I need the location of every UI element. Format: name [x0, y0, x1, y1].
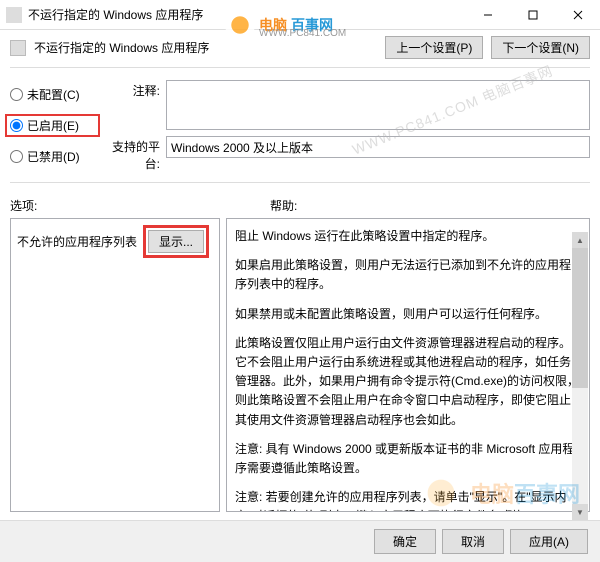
help-label: 帮助: [270, 197, 590, 214]
radio-not-configured-input[interactable] [10, 88, 23, 101]
scroll-thumb[interactable] [572, 248, 588, 388]
list-row: 不允许的应用程序列表 显示... [17, 225, 213, 258]
divider-2 [10, 182, 590, 183]
platform-row: 支持的平台: Windows 2000 及以上版本 [105, 136, 590, 172]
radio-enabled-label: 已启用(E) [27, 117, 79, 134]
radio-disabled-input[interactable] [10, 150, 23, 163]
scroll-up-button[interactable]: ▲ [572, 232, 588, 248]
fields-column: 注释: 支持的平台: Windows 2000 及以上版本 [105, 80, 590, 172]
ok-button[interactable]: 确定 [374, 529, 436, 554]
config-area: 未配置(C) 已启用(E) 已禁用(D) 注释: 支持的平台: Windows … [0, 76, 600, 180]
help-panel[interactable]: 阻止 Windows 运行在此策略设置中指定的程序。 如果启用此策略设置，则用户… [226, 218, 590, 512]
radio-not-configured-label: 未配置(C) [27, 86, 80, 103]
prev-setting-button[interactable]: 上一个设置(P) [385, 36, 483, 59]
titlebar-buttons [465, 0, 600, 30]
help-scrollbar[interactable]: ▲ ▼ [572, 232, 588, 520]
radio-disabled-label: 已禁用(D) [27, 148, 80, 165]
list-label: 不允许的应用程序列表 [17, 233, 137, 250]
titlebar: 不运行指定的 Windows 应用程序 [0, 0, 600, 30]
help-p1: 阻止 Windows 运行在此策略设置中指定的程序。 [235, 227, 581, 246]
highlight-show: 显示... [143, 225, 209, 258]
header-row: 不运行指定的 Windows 应用程序 上一个设置(P) 下一个设置(N) [0, 30, 600, 65]
platform-label: 支持的平台: [105, 136, 160, 172]
main-area: 不允许的应用程序列表 显示... 阻止 Windows 运行在此策略设置中指定的… [0, 218, 600, 518]
radio-not-configured[interactable]: 未配置(C) [10, 86, 95, 103]
highlight-enabled: 已启用(E) [5, 114, 100, 137]
footer: 确定 取消 应用(A) [0, 520, 600, 562]
radio-disabled[interactable]: 已禁用(D) [10, 148, 95, 165]
cancel-button[interactable]: 取消 [442, 529, 504, 554]
comment-label: 注释: [105, 80, 160, 99]
show-button[interactable]: 显示... [148, 230, 204, 253]
options-panel: 不允许的应用程序列表 显示... [10, 218, 220, 512]
maximize-button[interactable] [510, 0, 555, 30]
window-icon [6, 7, 22, 23]
policy-icon [10, 40, 26, 56]
help-p3: 如果禁用或未配置此策略设置，则用户可以运行任何程序。 [235, 305, 581, 324]
platform-readonly: Windows 2000 及以上版本 [166, 136, 590, 158]
section-labels: 选项: 帮助: [0, 191, 600, 218]
help-p4: 此策略设置仅阻止用户运行由文件资源管理器进程启动的程序。它不会阻止用户运行由系统… [235, 334, 581, 430]
window-title: 不运行指定的 Windows 应用程序 [28, 6, 465, 23]
help-p5: 注意: 具有 Windows 2000 或更新版本证书的非 Microsoft … [235, 440, 581, 478]
header-title: 不运行指定的 Windows 应用程序 [34, 39, 377, 56]
help-p2: 如果启用此策略设置，则用户无法运行已添加到不允许的应用程序列表中的程序。 [235, 256, 581, 294]
help-p6: 注意: 若要创建允许的应用程序列表，请单击"显示"。在"显示内容"对话框的"值"… [235, 488, 581, 512]
radio-enabled-input[interactable] [10, 119, 23, 132]
next-setting-button[interactable]: 下一个设置(N) [491, 36, 590, 59]
apply-button[interactable]: 应用(A) [510, 529, 588, 554]
scroll-down-button[interactable]: ▼ [572, 504, 588, 520]
options-label: 选项: [10, 197, 270, 214]
minimize-button[interactable] [465, 0, 510, 30]
comment-row: 注释: [105, 80, 590, 130]
divider [10, 67, 590, 68]
radio-enabled[interactable]: 已启用(E) [10, 117, 95, 134]
close-button[interactable] [555, 0, 600, 30]
comment-textarea[interactable] [166, 80, 590, 130]
radio-column: 未配置(C) 已启用(E) 已禁用(D) [10, 80, 95, 172]
